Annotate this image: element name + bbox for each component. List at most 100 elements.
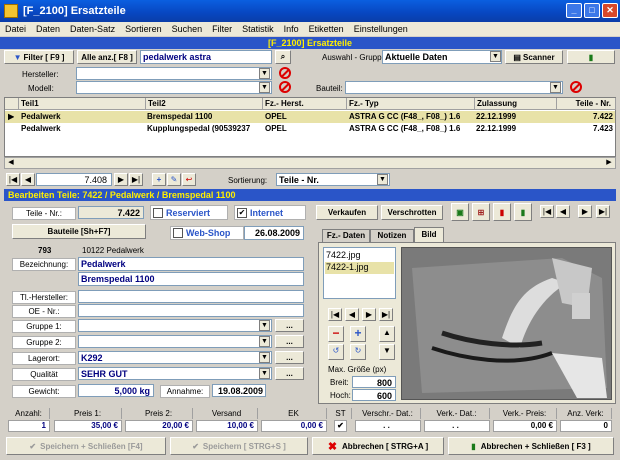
tab-bild[interactable]: Bild bbox=[414, 227, 444, 242]
sale-count-field[interactable]: 0 bbox=[560, 420, 612, 432]
record-number-field[interactable]: 7.408 bbox=[36, 173, 112, 186]
price2-field[interactable]: 20,00 € bbox=[125, 420, 193, 432]
first-record-icon[interactable]: |◀ bbox=[6, 173, 20, 186]
col-fz-typ[interactable]: Fz.- Typ bbox=[347, 98, 475, 110]
table-row[interactable]: Pedalwerk Kupplungspedal (90539237 OPEL … bbox=[5, 123, 615, 135]
quality-select[interactable]: SEHR GUT bbox=[78, 367, 272, 380]
internet-checkbox-box[interactable]: ✔ Internet bbox=[234, 205, 306, 220]
tab-fz-daten[interactable]: Fz.- Daten bbox=[322, 229, 370, 242]
shipping-field[interactable]: 10,00 € bbox=[196, 420, 258, 432]
filter-button[interactable]: ▼ Filter [ F9 ] bbox=[4, 50, 74, 64]
cancel-button[interactable]: ✖ Abbrechen [ STRG+A ] bbox=[312, 437, 444, 455]
img-next-icon[interactable]: ▶ bbox=[362, 308, 376, 321]
group1-more-button[interactable]: ... bbox=[275, 319, 304, 332]
quality-more-button[interactable]: ... bbox=[275, 367, 304, 380]
weight-field[interactable]: 5,000 kg bbox=[78, 384, 154, 397]
oe-field[interactable] bbox=[78, 304, 304, 317]
menu-suchen[interactable]: Suchen bbox=[167, 24, 208, 34]
chevron-down-icon[interactable]: ▼ bbox=[550, 82, 561, 93]
menu-datei[interactable]: Datei bbox=[0, 24, 31, 34]
internet-checkbox[interactable]: ✔ bbox=[237, 208, 247, 218]
cancel-close-button[interactable]: ▮ Abbrechen + Schließen [ F3 ] bbox=[448, 437, 614, 455]
webshop-checkbox[interactable] bbox=[173, 228, 183, 238]
prev-icon[interactable]: ◀ bbox=[556, 205, 570, 218]
scrap-date-field[interactable]: . . bbox=[355, 420, 421, 432]
clear-model-icon[interactable] bbox=[279, 81, 291, 93]
clear-component-icon[interactable] bbox=[570, 81, 582, 93]
img-last-icon[interactable]: ▶| bbox=[379, 308, 393, 321]
tab-notizen[interactable]: Notizen bbox=[370, 229, 414, 242]
qty-field[interactable]: 1 bbox=[8, 420, 50, 432]
scrap-button[interactable]: Verschrotten bbox=[381, 205, 443, 220]
exit-icon[interactable]: ▮ bbox=[514, 203, 532, 221]
scanner-button[interactable]: ▤ Scanner bbox=[505, 50, 563, 64]
next-icon[interactable]: ▶ bbox=[578, 205, 592, 218]
name-field-1[interactable]: Pedalwerk bbox=[78, 257, 304, 271]
menu-einstellungen[interactable]: Einstellungen bbox=[349, 24, 413, 34]
name-field-2[interactable]: Bremspedal 1100 bbox=[78, 272, 304, 286]
col-teile-nr[interactable]: Teile - Nr. bbox=[557, 98, 616, 110]
last-record-icon[interactable]: ▶| bbox=[129, 173, 143, 186]
chevron-down-icon[interactable]: ▼ bbox=[259, 368, 270, 379]
sale-date-field[interactable]: . . bbox=[424, 420, 490, 432]
menu-daten[interactable]: Daten bbox=[31, 24, 65, 34]
save-button[interactable]: ✔ Speichern [ STRG+S ] bbox=[170, 437, 308, 455]
maximize-button[interactable]: □ bbox=[584, 3, 600, 18]
model-select[interactable] bbox=[76, 81, 272, 94]
menu-sortieren[interactable]: Sortieren bbox=[120, 24, 167, 34]
search-input[interactable]: pedalwerk astra bbox=[140, 50, 272, 64]
horizontal-scrollbar[interactable]: ◀ ▶ bbox=[4, 157, 616, 169]
last-icon[interactable]: ▶| bbox=[596, 205, 610, 218]
accept-date[interactable]: 19.08.2009 bbox=[212, 384, 266, 397]
table-row[interactable]: ▶ Pedalwerk Bremspedal 1100 OPEL ASTRA G… bbox=[5, 111, 615, 123]
add-image-icon[interactable]: + bbox=[350, 326, 366, 342]
chevron-down-icon[interactable]: ▼ bbox=[259, 320, 270, 331]
prev-record-icon[interactable]: ◀ bbox=[21, 173, 35, 186]
menu-daten-satz[interactable]: Daten-Satz bbox=[65, 24, 120, 34]
group-select[interactable]: Aktuelle Daten bbox=[382, 50, 502, 64]
scroll-left-icon[interactable]: ◀ bbox=[5, 158, 17, 168]
chevron-down-icon[interactable]: ▼ bbox=[259, 352, 270, 363]
chevron-down-icon[interactable]: ▼ bbox=[259, 82, 270, 93]
ek-field[interactable]: 0,00 € bbox=[261, 420, 327, 432]
reserved-checkbox[interactable] bbox=[153, 208, 163, 218]
first-icon[interactable]: |◀ bbox=[540, 205, 554, 218]
group2-more-button[interactable]: ... bbox=[275, 335, 304, 348]
list-item[interactable]: 7422.jpg bbox=[326, 250, 361, 260]
col-fz-herst[interactable]: Fz.- Herst. bbox=[263, 98, 347, 110]
st-checkbox[interactable]: ✔ bbox=[334, 420, 347, 432]
group2-select[interactable] bbox=[78, 335, 272, 348]
component-select[interactable] bbox=[345, 81, 563, 94]
rotate-left-icon[interactable]: ↺ bbox=[328, 344, 344, 360]
chevron-down-icon[interactable]: ▼ bbox=[259, 68, 270, 79]
minimize-button[interactable]: _ bbox=[566, 3, 582, 18]
add-record-icon[interactable]: + bbox=[152, 173, 166, 186]
book-icon[interactable]: ▮ bbox=[493, 203, 511, 221]
height-field[interactable]: 600 bbox=[352, 389, 396, 401]
chevron-down-icon[interactable]: ▼ bbox=[259, 336, 270, 347]
col-teil1[interactable]: Teil1 bbox=[19, 98, 146, 110]
basket-icon[interactable]: ⊞ bbox=[472, 203, 490, 221]
chevron-down-icon[interactable]: ▼ bbox=[377, 174, 388, 185]
close-button[interactable]: ✕ bbox=[602, 3, 618, 18]
next-record-icon[interactable]: ▶ bbox=[114, 173, 128, 186]
img-prev-icon[interactable]: ◀ bbox=[345, 308, 359, 321]
image-icon[interactable]: ▣ bbox=[451, 203, 469, 221]
sale-price-field[interactable]: 0,00 € bbox=[493, 420, 557, 432]
image-file-list[interactable]: 7422.jpg 7422-1.jpg bbox=[323, 247, 396, 299]
undo-icon[interactable]: ↩ bbox=[182, 173, 196, 186]
price1-field[interactable]: 35,00 € bbox=[54, 420, 122, 432]
webshop-box[interactable]: Web-Shop bbox=[170, 226, 244, 240]
menu-filter[interactable]: Filter bbox=[207, 24, 237, 34]
save-close-button[interactable]: ✔ Speichern + Schließen [F4] bbox=[6, 437, 166, 455]
menu-statistik[interactable]: Statistik bbox=[237, 24, 279, 34]
chevron-down-icon[interactable]: ▼ bbox=[490, 51, 501, 62]
move-up-icon[interactable]: ▲ bbox=[379, 326, 395, 342]
reserved-checkbox-box[interactable]: Reserviert bbox=[150, 205, 228, 220]
list-item[interactable]: 7422-1.jpg bbox=[325, 262, 394, 274]
remove-image-icon[interactable]: − bbox=[328, 326, 344, 342]
webshop-date[interactable]: 26.08.2009 bbox=[244, 226, 304, 240]
scroll-right-icon[interactable]: ▶ bbox=[603, 158, 615, 168]
exit-door-icon[interactable]: ▮ bbox=[567, 50, 615, 64]
menu-info[interactable]: Info bbox=[279, 24, 304, 34]
